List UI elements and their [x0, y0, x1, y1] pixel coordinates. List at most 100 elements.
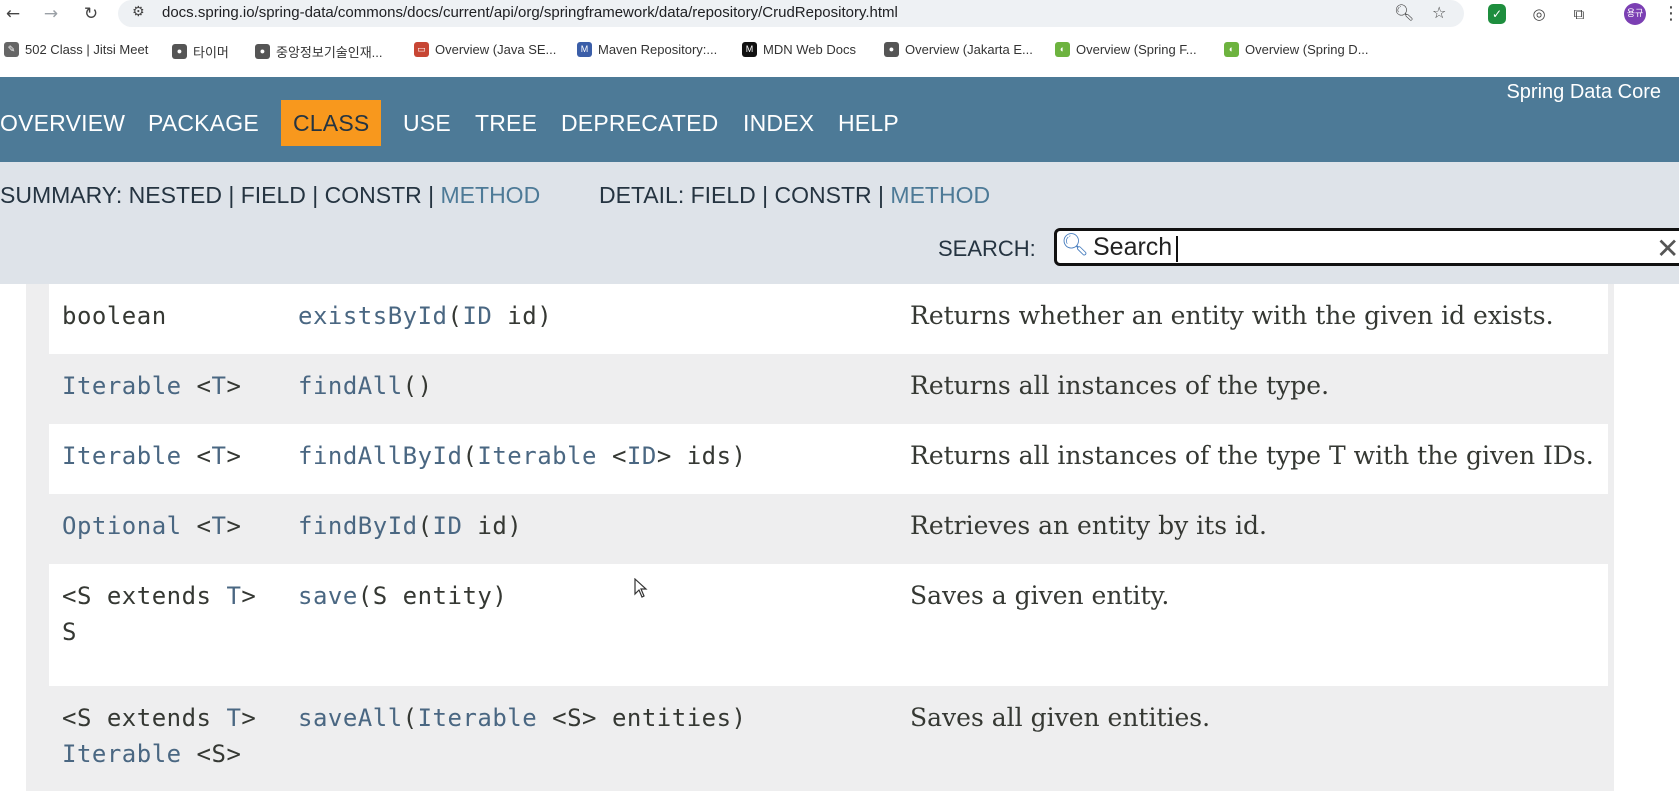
- nav-index[interactable]: INDEX: [743, 100, 814, 146]
- type-link[interactable]: save: [298, 582, 358, 610]
- code-text: <: [181, 442, 212, 470]
- oracle-icon: ▭: [414, 42, 429, 57]
- bookmark-item[interactable]: ✎ 502 Class | Jitsi Meet: [4, 42, 148, 57]
- text-caret: [1176, 236, 1178, 262]
- search-field[interactable]: 🔍︎: [1054, 228, 1679, 266]
- nav-tree[interactable]: TREE: [475, 100, 537, 146]
- type-link[interactable]: ID: [433, 512, 463, 540]
- method-signature-cell: findById(ID id): [298, 512, 522, 540]
- method-signature-cell: findAllById(Iterable <ID> ids): [298, 442, 747, 470]
- code-text: >: [241, 582, 257, 610]
- type-link[interactable]: Iterable: [418, 704, 538, 732]
- type-link[interactable]: T: [226, 704, 241, 732]
- browser-menu-icon[interactable]: ⋮: [1660, 3, 1679, 25]
- nav-class[interactable]: CLASS: [281, 100, 382, 146]
- method-description: Retrieves an entity by its id.: [910, 511, 1267, 540]
- bookmark-item[interactable]: ● Overview (Jakarta E...: [884, 42, 1033, 57]
- type-link[interactable]: findById: [298, 512, 418, 540]
- globe-icon: ●: [255, 44, 270, 59]
- profile-avatar[interactable]: 용규: [1624, 3, 1646, 25]
- nav-use[interactable]: USE: [403, 100, 451, 146]
- extensions-puzzle-icon[interactable]: ⧉: [1568, 3, 1590, 25]
- globe-icon: ●: [172, 44, 187, 59]
- reload-icon[interactable]: ↻: [80, 3, 102, 25]
- type-link[interactable]: T: [226, 582, 241, 610]
- zoom-icon[interactable]: 🔍︎: [1394, 3, 1414, 22]
- code-text: (: [402, 704, 418, 732]
- nav-package[interactable]: PACKAGE: [148, 100, 259, 146]
- method-signature-cell: existsById(ID id): [298, 302, 552, 330]
- detail-links[interactable]: DETAIL: FIELD | CONSTR | METHOD: [599, 182, 990, 209]
- type-link[interactable]: Optional: [62, 512, 182, 540]
- type-link[interactable]: ID: [462, 302, 492, 330]
- bookmark-item[interactable]: ▭ Overview (Java SE...: [414, 42, 556, 57]
- code-text: (S entity): [357, 582, 508, 610]
- bookmark-item[interactable]: M Maven Repository:...: [577, 42, 717, 57]
- site-info-icon[interactable]: ⚙: [132, 4, 145, 20]
- summary-prefix[interactable]: SUMMARY: NESTED | FIELD | CONSTR |: [0, 182, 441, 208]
- nav-help[interactable]: HELP: [838, 100, 899, 146]
- bookmark-label: 중앙정보기술인재...: [276, 45, 383, 60]
- table-row: boolean existsById(ID id) Returns whether …: [49, 284, 1608, 354]
- nav-overview[interactable]: OVERVIEW: [0, 100, 125, 146]
- type-link[interactable]: saveAll: [298, 704, 403, 732]
- address-row: ← → ↻ ⚙ docs.spring.io/spring-data/commo…: [0, 0, 1679, 30]
- spring-icon: ◐: [1055, 42, 1070, 57]
- bookmark-item[interactable]: ● 타이머: [172, 42, 229, 61]
- search-icon: 🔍︎: [1061, 233, 1089, 258]
- brand-title: Spring Data Core: [1506, 81, 1661, 103]
- search-input[interactable]: [1093, 233, 1633, 261]
- table-row: Iterable <T> findAllById(Iterable <ID> id…: [49, 424, 1608, 494]
- back-arrow-icon[interactable]: ←: [2, 3, 24, 25]
- modifier-type-cell: Iterable <T>: [62, 372, 292, 400]
- type-link[interactable]: findAllById: [298, 442, 462, 470]
- shield-extension-icon[interactable]: ✓: [1488, 4, 1506, 24]
- bookmark-item[interactable]: M MDN Web Docs: [742, 42, 856, 57]
- bookmark-item[interactable]: ◐ Overview (Spring D...: [1224, 42, 1369, 57]
- forward-arrow-icon[interactable]: →: [40, 3, 62, 25]
- table-row: Optional <T> findById(ID id) Retrieves an …: [49, 494, 1608, 564]
- nav-deprecated[interactable]: DEPRECATED: [561, 100, 719, 146]
- code-text: <S extends: [62, 704, 227, 732]
- type-link[interactable]: Iterable: [62, 740, 182, 768]
- globe-icon: ●: [884, 42, 899, 57]
- detail-prefix[interactable]: DETAIL: FIELD | CONSTR |: [599, 182, 890, 208]
- method-description: Saves all given entities.: [910, 703, 1211, 732]
- method-signature-cell: saveAll(Iterable <S> entities): [298, 704, 747, 732]
- method-description: Returns all instances of the type T with…: [910, 441, 1594, 470]
- bookmark-star-icon[interactable]: ☆: [1432, 3, 1446, 22]
- type-link[interactable]: Iterable: [477, 442, 597, 470]
- code-text: >: [226, 442, 242, 470]
- method-description: Saves a given entity.: [910, 581, 1170, 610]
- url-text[interactable]: docs.spring.io/spring-data/commons/docs/…: [162, 4, 898, 21]
- type-link[interactable]: Iterable: [62, 372, 182, 400]
- mdn-icon: M: [742, 42, 757, 57]
- type-link[interactable]: T: [212, 442, 227, 470]
- bookmark-item[interactable]: ● 중앙정보기술인재...: [255, 42, 383, 61]
- bookmark-label: Overview (Spring D...: [1245, 42, 1369, 57]
- code-text: > ids): [656, 442, 747, 470]
- summary-links[interactable]: SUMMARY: NESTED | FIELD | CONSTR | METHO…: [0, 182, 540, 209]
- detail-method-link[interactable]: METHOD: [890, 182, 990, 208]
- code-text: <: [181, 372, 212, 400]
- bookmark-label: MDN Web Docs: [763, 42, 856, 57]
- browser-chrome: ← → ↻ ⚙ docs.spring.io/spring-data/commo…: [0, 0, 1679, 72]
- code-text: S: [62, 618, 77, 646]
- type-link[interactable]: T: [212, 512, 227, 540]
- type-link[interactable]: existsById: [298, 302, 448, 330]
- type-link[interactable]: findAll: [298, 372, 403, 400]
- clear-search-icon[interactable]: ✕: [1656, 232, 1679, 265]
- bookmark-item[interactable]: ◐ Overview (Spring F...: [1055, 42, 1197, 57]
- type-link[interactable]: Iterable: [62, 442, 182, 470]
- modifier-type-cell: boolean: [62, 302, 292, 330]
- type-link[interactable]: ID: [627, 442, 657, 470]
- extension-icon[interactable]: ◎: [1528, 3, 1550, 25]
- summary-method-link[interactable]: METHOD: [441, 182, 541, 208]
- code-text: <: [597, 442, 627, 470]
- code-text: >: [226, 372, 242, 400]
- code-text: boolean: [62, 302, 167, 330]
- type-link[interactable]: T: [212, 372, 227, 400]
- address-bar[interactable]: ⚙ docs.spring.io/spring-data/commons/doc…: [118, 0, 1464, 27]
- code-text: <S>: [181, 740, 242, 768]
- code-text: (: [447, 302, 463, 330]
